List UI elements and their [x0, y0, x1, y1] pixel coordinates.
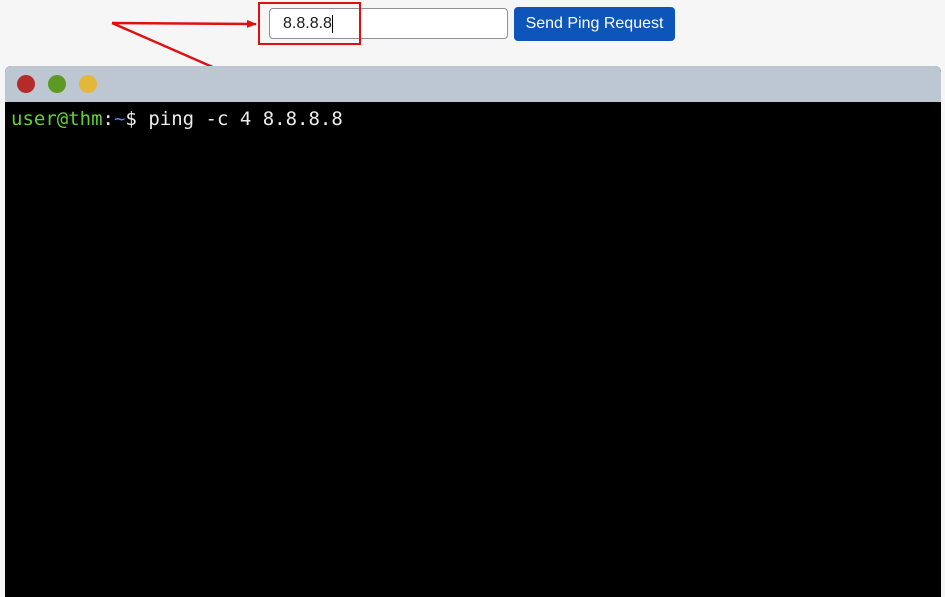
minimize-window-icon[interactable] [48, 75, 66, 93]
arrow-to-input [111, 19, 257, 28]
prompt-path: ~ [113, 108, 126, 130]
ping-page: Send Ping Request user@thm:~$ ping -c 4 … [0, 0, 945, 597]
prompt-user-host: user@thm [11, 108, 103, 130]
prompt-symbol: $ [125, 108, 137, 130]
input-highlight-box [258, 2, 361, 45]
close-window-icon[interactable] [17, 75, 35, 93]
send-ping-request-button[interactable]: Send Ping Request [514, 7, 675, 41]
prompt-colon: : [102, 108, 114, 130]
maximize-window-icon[interactable] [79, 75, 97, 93]
terminal-window: user@thm:~$ ping -c 4 8.8.8.8 [5, 66, 941, 597]
terminal-command: ping -c 4 8.8.8.8 [136, 108, 343, 130]
terminal-titlebar [5, 66, 941, 102]
terminal-output: user@thm:~$ ping -c 4 8.8.8.8 [5, 102, 941, 597]
